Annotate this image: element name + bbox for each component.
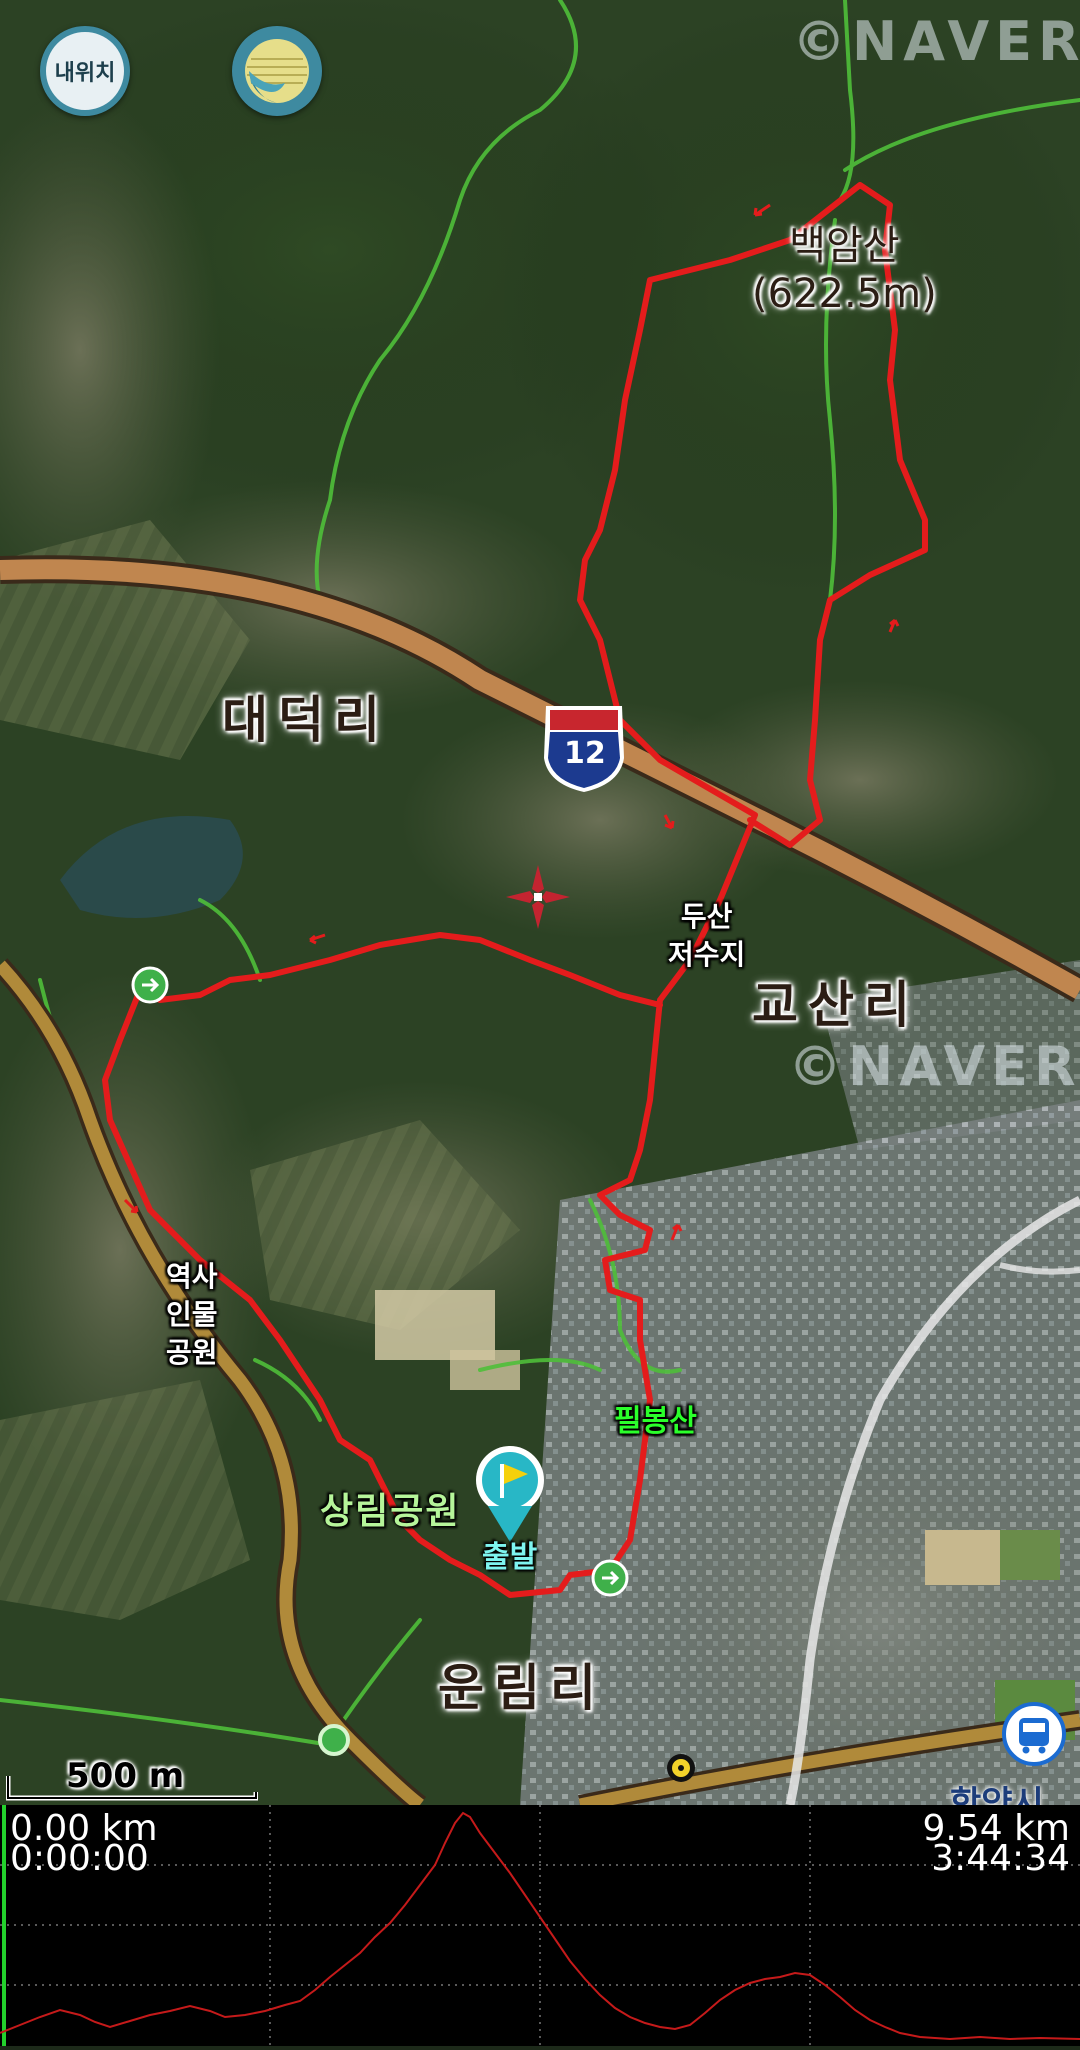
waypoint-label-history-park: 역사 인물 공원 <box>166 1258 218 1372</box>
elevation-end-time: 3:44:34 <box>931 1838 1070 1879</box>
elevation-start-time: 0:00:00 <box>10 1838 149 1879</box>
place-label-daedeok: 대덕리 <box>222 691 390 749</box>
waypoint-arrow-icon <box>131 966 169 1004</box>
peak-elevation: (622.5m) <box>752 271 937 317</box>
waypoint-label-line: 두산 <box>680 900 733 933</box>
my-location-label: 내위치 <box>54 61 116 86</box>
waypoint-arrow-icon <box>591 1559 629 1597</box>
peak-label: 백암산 (622.5m) <box>752 222 937 318</box>
naver-watermark: ©NAVER <box>792 10 1080 73</box>
highway-number: 12 <box>564 736 606 771</box>
map-view[interactable]: ©NAVER ©NAVER 대덕리 교산리 운림리 백암산 (622.5m) 1… <box>0 0 1080 1805</box>
elevation-chart <box>0 1805 1080 2046</box>
place-label-sangrim-park: 상림공원 <box>320 1491 461 1532</box>
waypoint-label-line: 역사 <box>166 1260 218 1293</box>
layers-icon <box>245 39 309 103</box>
waypoint-label-line: 인물 <box>166 1298 218 1331</box>
layers-button[interactable] <box>232 26 322 116</box>
elevation-profile[interactable] <box>0 1805 1080 2046</box>
waypoint-label-line: 공원 <box>166 1336 218 1369</box>
waypoint-dot-icon <box>318 1724 350 1756</box>
naver-watermark: ©NAVER <box>788 1035 1080 1098</box>
start-label: 출발 <box>482 1540 538 1575</box>
place-label-partial: 함양시 <box>950 1784 1044 1805</box>
my-location-button[interactable]: 내위치 <box>40 26 130 116</box>
place-label-gyosan: 교산리 <box>752 976 920 1034</box>
waypoint-label-dusan: 두산 저수지 <box>668 898 745 974</box>
waypoint-label-pilbong: 필봉산 <box>614 1404 697 1439</box>
scale-label: 500 m <box>66 1756 185 1796</box>
place-label-unrim: 운림리 <box>438 1659 606 1717</box>
waypoint-label-line: 저수지 <box>668 938 746 971</box>
peak-name: 백암산 <box>789 223 900 269</box>
bus-stop-icon <box>1002 1702 1066 1766</box>
poi-dot-icon <box>667 1754 695 1782</box>
